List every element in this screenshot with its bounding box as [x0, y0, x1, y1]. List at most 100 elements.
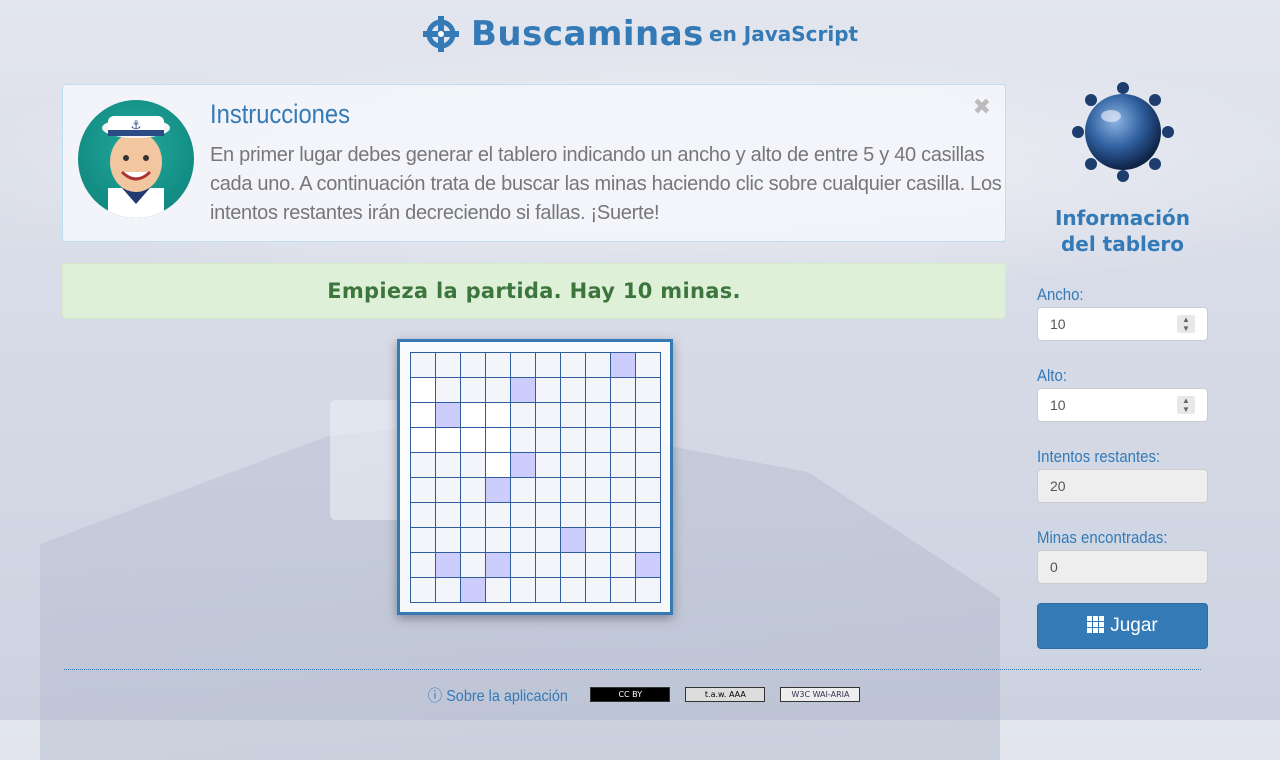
board-cell[interactable] — [634, 576, 661, 603]
close-icon[interactable]: ✖ — [973, 95, 991, 120]
board-cell[interactable] — [459, 401, 486, 428]
board-cell[interactable] — [609, 451, 636, 478]
board-cell[interactable] — [559, 426, 586, 453]
board-cell[interactable] — [634, 501, 661, 528]
board-cell[interactable] — [484, 426, 511, 453]
cc-by-badge[interactable]: CC BY — [590, 686, 671, 702]
board-cell[interactable] — [509, 551, 536, 578]
board-cell[interactable] — [609, 576, 636, 603]
play-button[interactable]: Jugar — [1037, 603, 1208, 649]
board-cell[interactable] — [459, 526, 486, 553]
board-cell[interactable] — [409, 526, 436, 553]
board-cell[interactable] — [609, 376, 636, 403]
board-cell[interactable] — [609, 501, 636, 528]
width-stepper[interactable]: ▲ ▼ — [1177, 315, 1195, 333]
board-cell[interactable] — [509, 526, 536, 553]
board-cell[interactable] — [634, 451, 661, 478]
board-cell[interactable] — [509, 426, 536, 453]
board-cell[interactable] — [609, 401, 636, 428]
board-cell[interactable] — [434, 551, 461, 578]
board-cell[interactable] — [534, 551, 561, 578]
board-cell[interactable] — [434, 351, 461, 378]
board-cell[interactable] — [484, 476, 511, 503]
board-cell[interactable] — [559, 501, 586, 528]
board-cell[interactable] — [634, 426, 661, 453]
width-input[interactable]: 10 ▲ ▼ — [1037, 307, 1208, 341]
board-cell[interactable] — [484, 376, 511, 403]
board-cell[interactable] — [434, 376, 461, 403]
board-cell[interactable] — [509, 401, 536, 428]
board-cell[interactable] — [409, 451, 436, 478]
board-cell[interactable] — [534, 476, 561, 503]
board-cell[interactable] — [559, 476, 586, 503]
height-stepper[interactable]: ▲ ▼ — [1177, 396, 1195, 414]
board-cell[interactable] — [409, 576, 436, 603]
board-cell[interactable] — [509, 501, 536, 528]
board-cell[interactable] — [534, 576, 561, 603]
about-link[interactable]: ⓘ Sobre la aplicación — [427, 682, 567, 706]
board-cell[interactable] — [534, 451, 561, 478]
board-cell[interactable] — [459, 501, 486, 528]
board-cell[interactable] — [434, 501, 461, 528]
board-cell[interactable] — [534, 351, 561, 378]
board-cell[interactable] — [584, 451, 611, 478]
board-cell[interactable] — [459, 451, 486, 478]
board-cell[interactable] — [534, 501, 561, 528]
board-cell[interactable] — [584, 376, 611, 403]
board-cell[interactable] — [609, 426, 636, 453]
board-cell[interactable] — [559, 551, 586, 578]
board-cell[interactable] — [534, 526, 561, 553]
board-cell[interactable] — [509, 451, 536, 478]
board-cell[interactable] — [409, 426, 436, 453]
board-cell[interactable] — [559, 576, 586, 603]
board-cell[interactable] — [459, 426, 486, 453]
board-cell[interactable] — [584, 426, 611, 453]
board-cell[interactable] — [559, 376, 586, 403]
board-cell[interactable] — [559, 401, 586, 428]
board-cell[interactable] — [534, 401, 561, 428]
board-cell[interactable] — [409, 376, 436, 403]
taw-aaa-badge[interactable]: t.a.w. AAA — [685, 686, 766, 702]
board-cell[interactable] — [584, 526, 611, 553]
board-cell[interactable] — [434, 576, 461, 603]
board-cell[interactable] — [634, 401, 661, 428]
board-cell[interactable] — [484, 351, 511, 378]
board-cell[interactable] — [509, 576, 536, 603]
board-cell[interactable] — [509, 376, 536, 403]
board-cell[interactable] — [409, 501, 436, 528]
board-cell[interactable] — [434, 476, 461, 503]
board-cell[interactable] — [459, 576, 486, 603]
board-cell[interactable] — [409, 351, 436, 378]
board-cell[interactable] — [584, 501, 611, 528]
board-cell[interactable] — [484, 551, 511, 578]
board-cell[interactable] — [534, 426, 561, 453]
board-cell[interactable] — [484, 576, 511, 603]
board-cell[interactable] — [409, 476, 436, 503]
board-cell[interactable] — [434, 426, 461, 453]
board-cell[interactable] — [459, 551, 486, 578]
board-cell[interactable] — [459, 351, 486, 378]
board-cell[interactable] — [509, 351, 536, 378]
board-cell[interactable] — [584, 551, 611, 578]
board-cell[interactable] — [584, 351, 611, 378]
board-cell[interactable] — [634, 351, 661, 378]
board-cell[interactable] — [634, 551, 661, 578]
height-input[interactable]: 10 ▲ ▼ — [1037, 388, 1208, 422]
board-cell[interactable] — [559, 526, 586, 553]
board-cell[interactable] — [484, 501, 511, 528]
board-cell[interactable] — [409, 401, 436, 428]
board-cell[interactable] — [534, 376, 561, 403]
board-cell[interactable] — [434, 526, 461, 553]
board-cell[interactable] — [484, 451, 511, 478]
board-cell[interactable] — [409, 551, 436, 578]
board-cell[interactable] — [484, 401, 511, 428]
board-cell[interactable] — [609, 526, 636, 553]
w3c-wai-aria-badge[interactable]: W3C WAI-ARIA — [780, 686, 861, 702]
board-cell[interactable] — [584, 576, 611, 603]
board-cell[interactable] — [484, 526, 511, 553]
board-cell[interactable] — [634, 476, 661, 503]
board-cell[interactable] — [584, 476, 611, 503]
board-cell[interactable] — [434, 401, 461, 428]
board-cell[interactable] — [509, 476, 536, 503]
board-cell[interactable] — [609, 551, 636, 578]
